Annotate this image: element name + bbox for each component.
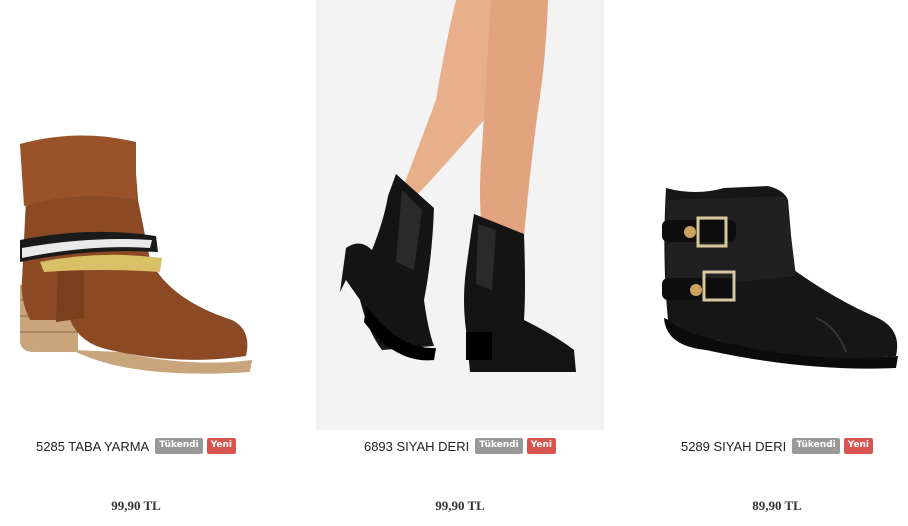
black-heeled-chelsea-boots-on-legs-icon (316, 0, 604, 430)
black-buckle-ankle-boot-icon (662, 186, 898, 369)
product-title-row: 5285 TABA YARMA Tükendi Yeni (0, 438, 272, 454)
new-badge: Yeni (206, 438, 236, 454)
product-card: 5289 SIYAH DERI Tükendi Yeni 89,90 TL (646, 0, 908, 526)
product-image[interactable] (646, 0, 908, 430)
product-name-link[interactable]: 5289 SIYAH DERI (681, 439, 786, 454)
new-badge: Yeni (526, 438, 557, 454)
product-card: 6893 SIYAH DERI Tükendi Yeni 99,90 TL (316, 0, 604, 526)
product-card: 5285 TABA YARMA Tükendi Yeni 99,90 TL (0, 0, 272, 526)
product-image[interactable] (0, 0, 272, 430)
sold-out-badge: Tükendi (475, 438, 523, 454)
product-price: 99,90 TL (435, 498, 485, 513)
sold-out-badge: Tükendi (155, 438, 203, 454)
product-image[interactable] (316, 0, 604, 430)
product-name-link[interactable]: 6893 SIYAH DERI (364, 439, 469, 454)
sold-out-badge: Tükendi (792, 438, 840, 454)
new-badge: Yeni (843, 438, 874, 454)
product-name-link[interactable]: 5285 TABA YARMA (36, 439, 149, 454)
product-price: 89,90 TL (752, 498, 802, 513)
product-title-row: 5289 SIYAH DERI Tükendi Yeni (646, 438, 908, 454)
product-title-row: 6893 SIYAH DERI Tükendi Yeni (316, 438, 604, 454)
brown-suede-boot-with-strap-icon (20, 135, 252, 374)
product-price: 99,90 TL (111, 498, 161, 513)
product-grid: 5285 TABA YARMA Tükendi Yeni 99,90 TL 68… (0, 0, 908, 526)
